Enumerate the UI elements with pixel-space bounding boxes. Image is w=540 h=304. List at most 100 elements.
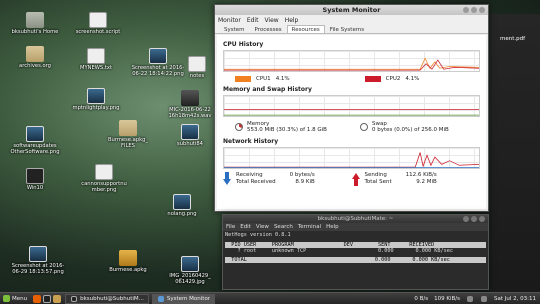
- cpu2-value: 4.1%: [405, 75, 420, 82]
- desktop-icon-screenshot-2[interactable]: Screenshot at 2016- 06-29 18:13:57.png: [8, 246, 68, 275]
- total-received-value: 8.9 KiB: [295, 179, 315, 186]
- menu-edit[interactable]: Edit: [240, 224, 251, 230]
- menu-search[interactable]: Search: [274, 224, 293, 230]
- desktop-icon-label: archives.org: [19, 63, 51, 69]
- desktop-icon-softwareupdates[interactable]: softwareupdates OtherSoftware.png: [5, 126, 65, 155]
- background-window[interactable]: ment.pdf: [490, 14, 540, 294]
- tab-system[interactable]: System: [219, 25, 250, 33]
- cpu1-value: 4.1%: [275, 75, 290, 82]
- files-launcher-icon[interactable]: [53, 294, 62, 303]
- swap-value: 0 bytes (0.0%) of 256.0 MiB: [372, 127, 449, 133]
- desktop-icon-cannonsupport[interactable]: cannonsupportnu mber.png: [74, 164, 134, 193]
- desktop-icon-win10[interactable]: Win10: [5, 168, 65, 191]
- up-arrow-icon[interactable]: [351, 172, 360, 186]
- window-titlebar[interactable]: System Monitor: [215, 5, 488, 15]
- maximize-button[interactable]: [471, 7, 477, 13]
- tab-resources[interactable]: Resources: [286, 25, 325, 33]
- total-sent-value: 9.2 MiB: [416, 179, 437, 186]
- memory-legend: Memory 553.0 MiB (30.3%) of 1.8 GiB Swap…: [223, 119, 480, 135]
- desktop-icon-archives[interactable]: archives.org: [5, 46, 65, 69]
- cpu-legend: CPU1 4.1% CPU2 4.1%: [223, 74, 480, 83]
- network-receiving: Receiving 0 bytes/s Total Received 8.9 KiB: [223, 171, 352, 186]
- terminal-window[interactable]: bksubhuti@SubhutiMate: ~ File Edit View …: [222, 214, 489, 290]
- desktop-icon-mynews[interactable]: MYNEWS.txt: [66, 48, 126, 71]
- firefox-launcher-icon[interactable]: [33, 294, 42, 303]
- window-title: bksubhuti@SubhutiMate: ~: [317, 216, 394, 222]
- desktop-icon-script[interactable]: screenshot.script: [68, 12, 128, 35]
- network-icon[interactable]: [467, 295, 473, 302]
- folder-icon: [119, 120, 137, 136]
- minimize-button[interactable]: [463, 216, 469, 222]
- text-file-icon: [188, 56, 206, 72]
- tray-upload-speed[interactable]: 109 KiB/s: [434, 296, 460, 302]
- receiving-label: Receiving: [236, 171, 263, 178]
- terminal-output[interactable]: NetHogs version 0.8.1 PID USER PROGRAM D…: [223, 231, 488, 264]
- maximize-button[interactable]: [471, 216, 477, 222]
- terminal-icon: [26, 168, 44, 184]
- tray-download-speed[interactable]: 0 B/s: [414, 296, 428, 302]
- menu-monitor[interactable]: Monitor: [218, 17, 241, 24]
- taskbar-item-label: System Monitor: [166, 295, 211, 302]
- desktop-icon-label: MIC-2016-06-22 16h18m42s.wav: [168, 107, 212, 119]
- memory-history-title: Memory and Swap History: [223, 86, 312, 93]
- desktop-icon-notes[interactable]: notes: [180, 56, 214, 79]
- window-titlebar[interactable]: bksubhuti@SubhutiMate: ~: [223, 215, 488, 223]
- menu-view[interactable]: View: [264, 17, 278, 24]
- minimize-button[interactable]: [463, 7, 469, 13]
- menu-help[interactable]: Help: [285, 17, 299, 24]
- tab-processes[interactable]: Processes: [250, 25, 287, 33]
- network-sending: Sending 112.6 KiB/s Total Sent 9.2 MiB: [351, 171, 481, 186]
- terminal-launcher-icon[interactable]: [43, 294, 52, 303]
- nethogs-version: NetHogs version 0.8.1: [225, 232, 291, 238]
- menu-edit[interactable]: Edit: [247, 17, 259, 24]
- desktop-icon-label: bksubhuti's Home: [11, 29, 59, 35]
- cpu2-color-swatch[interactable]: [364, 75, 381, 82]
- close-button[interactable]: [479, 216, 485, 222]
- taskbar-item-terminal[interactable]: bksubhuti@SubhutiM...: [65, 293, 149, 304]
- desktop-icon-label: softwareupdates OtherSoftware.png: [10, 143, 60, 155]
- tab-file-systems[interactable]: File Systems: [325, 25, 369, 33]
- desktop-icon-subhuti84[interactable]: subhuti84: [160, 124, 220, 147]
- text-file-icon: [95, 164, 113, 180]
- desktop-icon-mic-recording[interactable]: MIC-2016-06-22 16h18m42s.wav: [164, 90, 216, 119]
- system-tray: 0 B/s 109 KiB/s Sat Jul 2, 03:11: [414, 295, 540, 302]
- window-title: System Monitor: [322, 6, 381, 14]
- image-file-icon: [149, 48, 167, 64]
- cpu1-color-swatch[interactable]: [235, 75, 251, 82]
- memory-pie-icon[interactable]: [235, 123, 243, 131]
- cpu2-label: CPU2: [385, 75, 401, 82]
- desktop-icon-mptnlightplay[interactable]: mptnlightplay.png: [66, 88, 126, 111]
- start-menu-button[interactable]: Menu: [0, 295, 32, 302]
- desktop-icon-nolang[interactable]: nolang.png: [152, 194, 212, 217]
- desktop-icon-label: Win10: [26, 185, 44, 191]
- folder-icon: [26, 12, 44, 28]
- down-arrow-icon[interactable]: [223, 172, 231, 186]
- background-window-label: ment.pdf: [500, 36, 526, 42]
- taskbar-item-system-monitor[interactable]: System Monitor: [151, 293, 216, 304]
- menu-file[interactable]: File: [226, 224, 235, 230]
- total-received-label: Total Received: [236, 179, 276, 186]
- network-history-title: Network History: [223, 138, 279, 145]
- image-file-icon: [173, 194, 191, 210]
- desktop-icon-img-jpg[interactable]: IMG_20160429_ 061429.jpg: [160, 256, 220, 285]
- desktop-icon-screenshot-1[interactable]: Screenshot at 2016- 06-22 18:14:22.png: [128, 48, 188, 77]
- menu-view[interactable]: View: [256, 224, 269, 230]
- image-file-icon: [26, 126, 44, 142]
- desktop-icon-burmese-files[interactable]: Burmese.apkg_ FILES: [98, 120, 158, 149]
- volume-icon[interactable]: [481, 295, 487, 302]
- menu-terminal[interactable]: Terminal: [298, 224, 321, 230]
- terminal-icon: [71, 295, 78, 302]
- mint-logo-icon: [3, 295, 10, 302]
- clock[interactable]: Sat Jul 2, 03:11: [494, 296, 536, 302]
- swap-pie-icon[interactable]: [360, 123, 368, 131]
- close-button[interactable]: [479, 7, 485, 13]
- audio-file-icon: [181, 90, 199, 106]
- desktop-icon-burmese-apkg[interactable]: Burmese.apkg: [98, 250, 158, 273]
- system-monitor-window[interactable]: System Monitor Monitor Edit View Help Sy…: [214, 4, 489, 212]
- menu-help[interactable]: Help: [326, 224, 339, 230]
- desktop-icon-label: Screenshot at 2016- 06-29 18:13:57.png: [11, 263, 65, 275]
- start-menu-label: Menu: [12, 295, 28, 302]
- desktop-icon-home[interactable]: bksubhuti's Home: [5, 12, 65, 35]
- folder-icon: [26, 46, 44, 62]
- memory-value: 553.0 MiB (30.3%) of 1.8 GiB: [247, 127, 327, 133]
